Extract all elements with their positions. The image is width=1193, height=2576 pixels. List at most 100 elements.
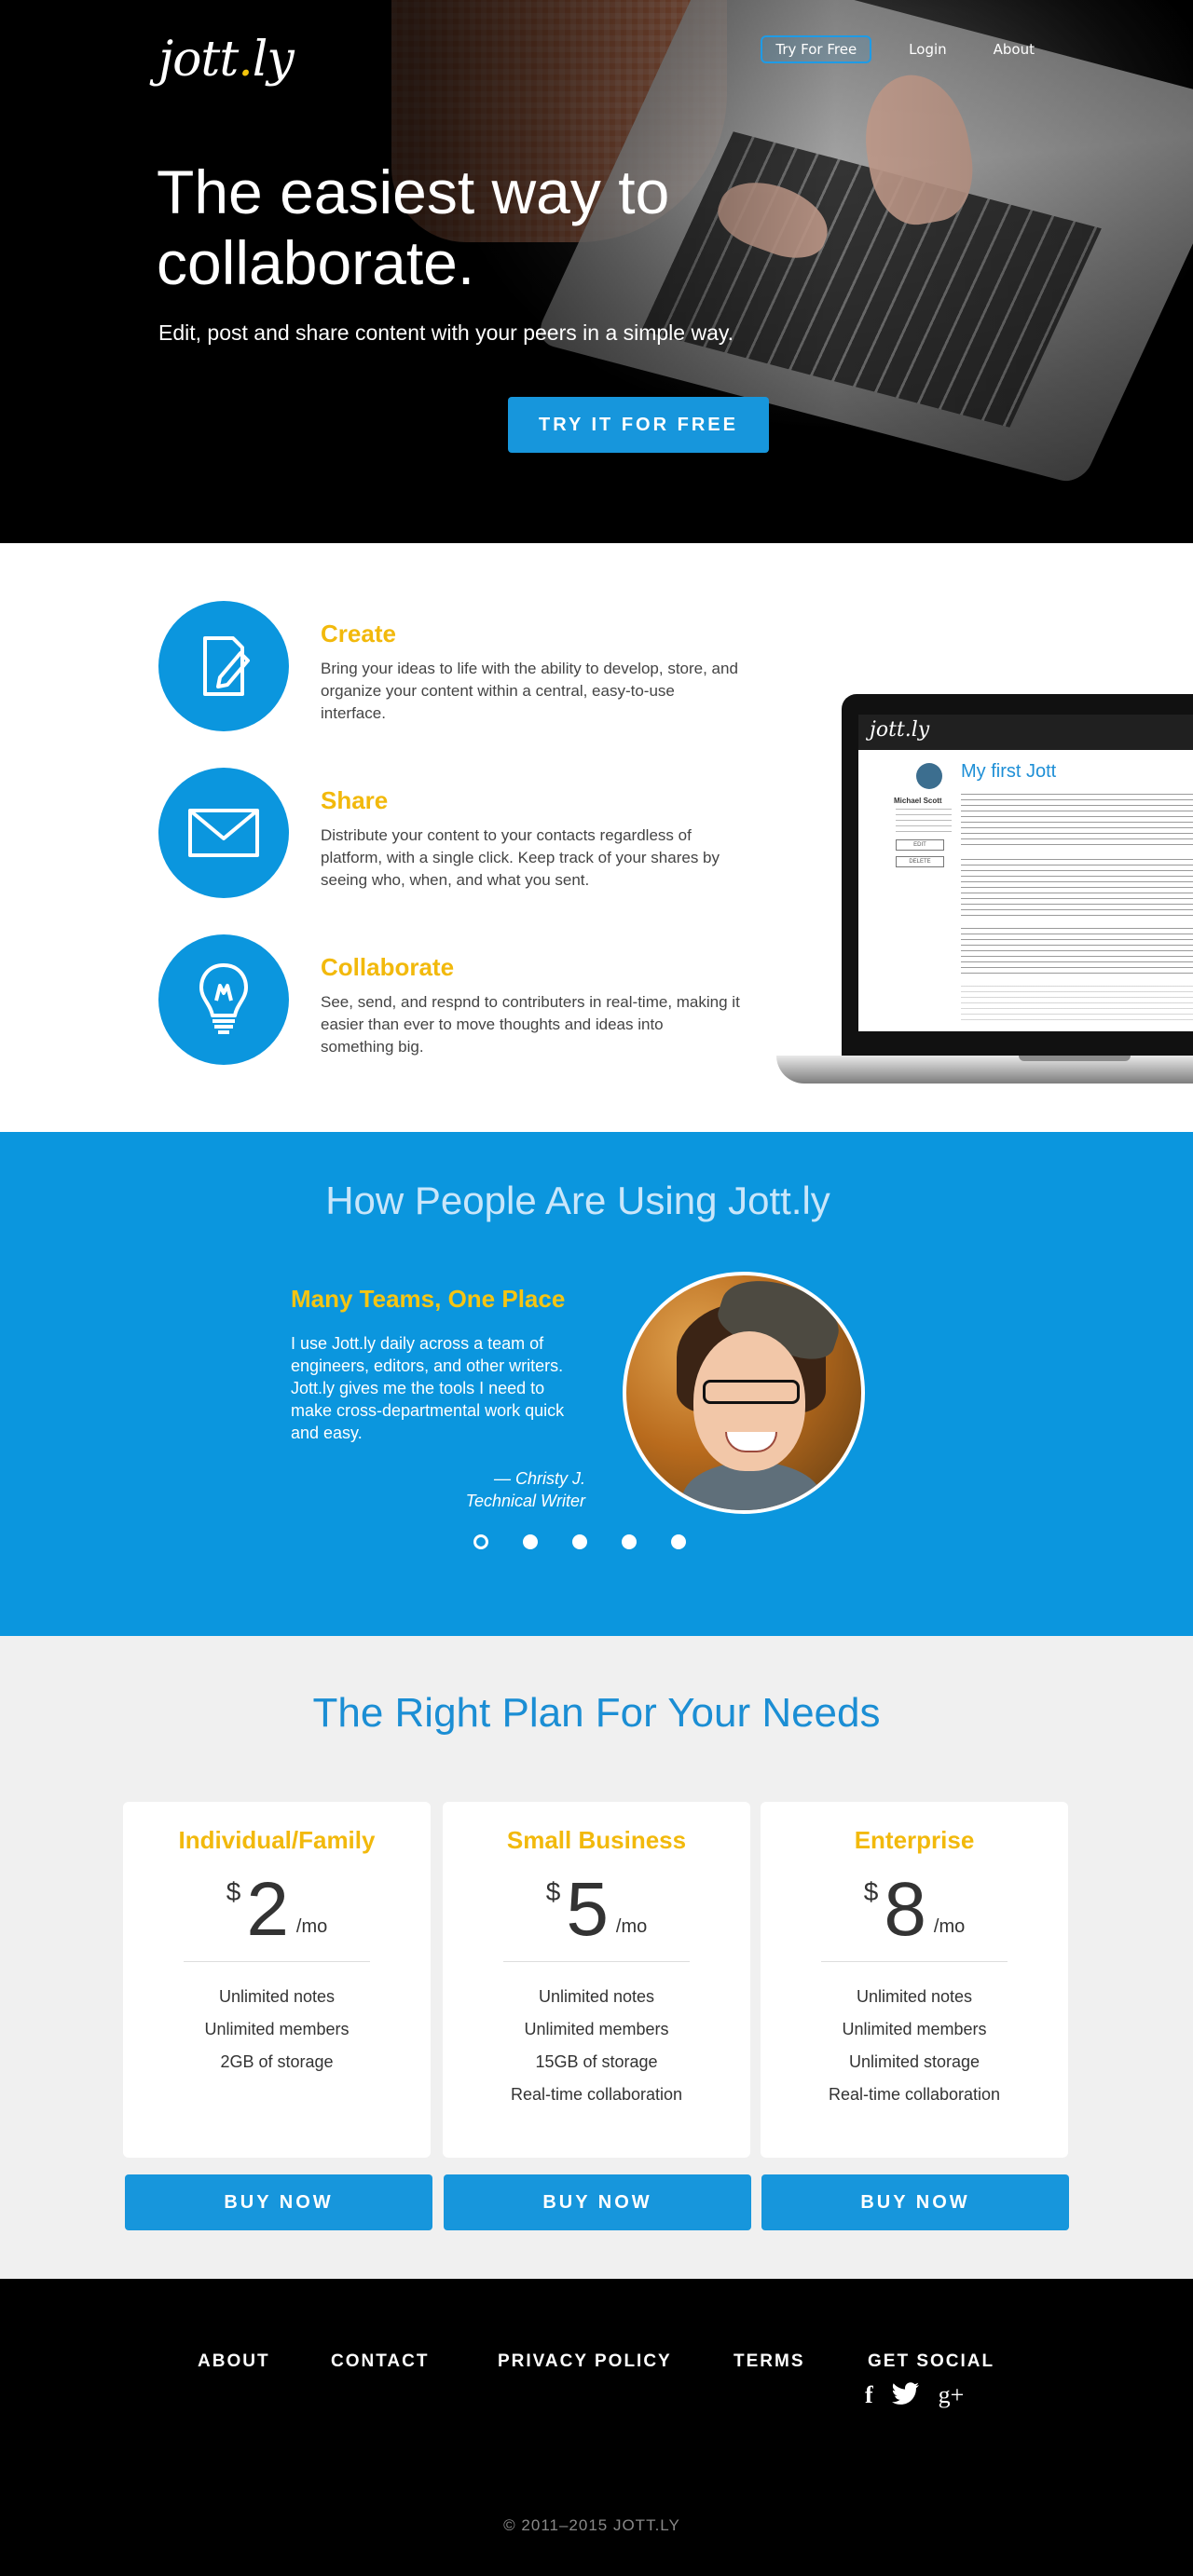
app-preview-meta: [896, 808, 952, 832]
footer-about-link[interactable]: ABOUT: [198, 2351, 270, 2372]
testimonial-heading: How People Are Using Jott.ly: [325, 1179, 830, 1222]
plan-currency: $: [863, 1877, 879, 1906]
testimonial-author: — Christy J. Technical Writer: [291, 1467, 585, 1512]
footer-contact-link[interactable]: CONTACT: [331, 2351, 429, 2372]
top-nav: Try For Free Login About: [761, 35, 1044, 63]
feature-title: Collaborate: [321, 953, 455, 981]
app-preview-text: [961, 983, 1193, 1020]
nav-about-link[interactable]: About: [984, 37, 1044, 61]
lightbulb-icon: [158, 934, 289, 1065]
hero-section: jott.ly Try For Free Login About The eas…: [0, 0, 1193, 543]
testimonial-title: Many Teams, One Place: [291, 1285, 566, 1313]
plan-currency: $: [545, 1877, 561, 1906]
plan-feature: Real-time collaboration: [510, 2085, 683, 2104]
pricing-section: The Right Plan For Your Needs Individual…: [0, 1636, 1193, 2279]
plan-price: $ 2 /mo: [123, 1868, 431, 1952]
carousel-dot-2[interactable]: [523, 1534, 538, 1549]
plan-period: /mo: [933, 1916, 966, 1937]
twitter-icon[interactable]: [891, 2382, 920, 2408]
hero-subtitle: Edit, post and share content with your p…: [158, 320, 734, 345]
plan-card-small-business: Small Business $ 5 /mo Unlimited notes U…: [443, 1802, 750, 2158]
plan-period: /mo: [615, 1916, 648, 1937]
social-links: f g+: [865, 2381, 964, 2409]
plan-card-enterprise: Enterprise $ 8 /mo Unlimited notes Unlim…: [761, 1802, 1068, 2158]
app-preview-logo: jott.ly: [858, 715, 1193, 750]
app-preview-text: [961, 789, 1193, 845]
footer-privacy-link[interactable]: PRIVACY POLICY: [498, 2351, 672, 2372]
feature-description: Bring your ideas to life with the abilit…: [321, 660, 738, 722]
carousel-dot-3[interactable]: [572, 1534, 587, 1549]
footer: ABOUT CONTACT PRIVACY POLICY TERMS GET S…: [0, 2279, 1193, 2576]
avatar: [916, 763, 942, 789]
nav-try-for-free-button[interactable]: Try For Free: [761, 35, 872, 63]
buy-now-button-enterprise[interactable]: BUY NOW: [761, 2174, 1069, 2230]
carousel-dot-5[interactable]: [671, 1534, 686, 1549]
app-preview-delete-button: DELETE: [896, 856, 944, 867]
plan-feature: Unlimited notes: [538, 1987, 655, 2006]
pricing-heading: The Right Plan For Your Needs: [312, 1690, 881, 1736]
plan-divider: [503, 1961, 690, 1962]
laptop-base: [776, 1056, 1193, 1084]
envelope-icon: [158, 768, 289, 898]
plan-price: $ 5 /mo: [443, 1868, 750, 1952]
app-preview-text: [961, 925, 1193, 974]
google-plus-icon[interactable]: g+: [939, 2381, 965, 2409]
logo[interactable]: jott.ly: [158, 32, 295, 88]
plan-amount: 8: [884, 1867, 926, 1952]
feature-title: Share: [321, 786, 389, 814]
hero-title: The easiest way to collaborate.: [157, 157, 670, 297]
testimonial-author-role: Technical Writer: [465, 1492, 585, 1510]
plan-period: /mo: [295, 1916, 328, 1937]
buy-now-button-small-business[interactable]: BUY NOW: [444, 2174, 751, 2230]
feature-create: Create Bring your ideas to life with the…: [158, 601, 740, 731]
feature-collaborate: Collaborate See, send, and respnd to con…: [158, 934, 740, 1065]
plan-feature: Unlimited storage: [848, 2052, 980, 2071]
footer-get-social-label: GET SOCIAL: [868, 2351, 995, 2371]
plan-feature: 2GB of storage: [220, 2052, 334, 2071]
feature-description: Distribute your content to your contacts…: [321, 826, 720, 889]
feature-title: Create: [321, 620, 396, 647]
testimonial-section: How People Are Using Jott.ly Many Teams,…: [0, 1132, 1193, 1636]
plan-feature: Unlimited notes: [218, 1987, 336, 2006]
photo-glasses: [703, 1380, 800, 1404]
app-preview-edit-button: EDIT: [896, 839, 944, 851]
testimonial-quote: I use Jott.ly daily across a team of eng…: [291, 1334, 565, 1442]
nav-login-link[interactable]: Login: [899, 37, 955, 61]
document-pencil-icon: [158, 601, 289, 731]
laptop-notch: [1019, 1056, 1131, 1061]
laptop-app-preview: jott.ly My first Jott Michael Scott EDIT…: [776, 694, 1193, 1095]
plan-name: Enterprise: [854, 1826, 975, 1854]
plan-feature: Real-time collaboration: [828, 2085, 1001, 2104]
feature-share: Share Distribute your content to your co…: [158, 768, 740, 898]
plan-feature: Unlimited members: [842, 2020, 987, 2038]
app-preview-doc-title: My first Jott: [961, 761, 1057, 782]
carousel-dot-1[interactable]: [473, 1534, 488, 1549]
app-preview-author: Michael Scott: [894, 797, 942, 805]
plan-card-individual: Individual/Family $ 2 /mo Unlimited note…: [123, 1802, 431, 2158]
buy-now-button-individual[interactable]: BUY NOW: [125, 2174, 432, 2230]
plan-feature: 15GB of storage: [535, 2052, 658, 2071]
app-preview: jott.ly My first Jott Michael Scott EDIT…: [858, 715, 1193, 1031]
plan-currency: $: [226, 1877, 241, 1906]
plan-amount: 2: [246, 1867, 289, 1952]
hero-try-free-button[interactable]: TRY IT FOR FREE: [508, 397, 769, 453]
testimonial-photo: [623, 1272, 865, 1514]
plan-name: Small Business: [506, 1826, 687, 1854]
carousel-dot-4[interactable]: [622, 1534, 637, 1549]
plan-amount: 5: [566, 1867, 609, 1952]
facebook-icon[interactable]: f: [865, 2381, 873, 2409]
copyright: © 2011–2015 JOTT.LY: [503, 2516, 680, 2534]
features-section: Create Bring your ideas to life with the…: [0, 543, 1193, 1132]
plan-divider: [184, 1961, 370, 1962]
laptop-screen: jott.ly My first Jott Michael Scott EDIT…: [842, 694, 1193, 1057]
footer-terms-link[interactable]: TERMS: [734, 2351, 805, 2372]
plan-feature: Unlimited members: [204, 2020, 350, 2038]
plan-feature: Unlimited members: [524, 2020, 669, 2038]
plan-divider: [821, 1961, 1008, 1962]
plan-feature: Unlimited notes: [856, 1987, 973, 2006]
app-preview-text: [961, 854, 1193, 916]
plan-price: $ 8 /mo: [761, 1868, 1068, 1952]
testimonial-author-name: — Christy J.: [493, 1469, 585, 1488]
plan-name: Individual/Family: [178, 1826, 376, 1854]
feature-description: See, send, and respnd to contributers in…: [321, 993, 740, 1056]
